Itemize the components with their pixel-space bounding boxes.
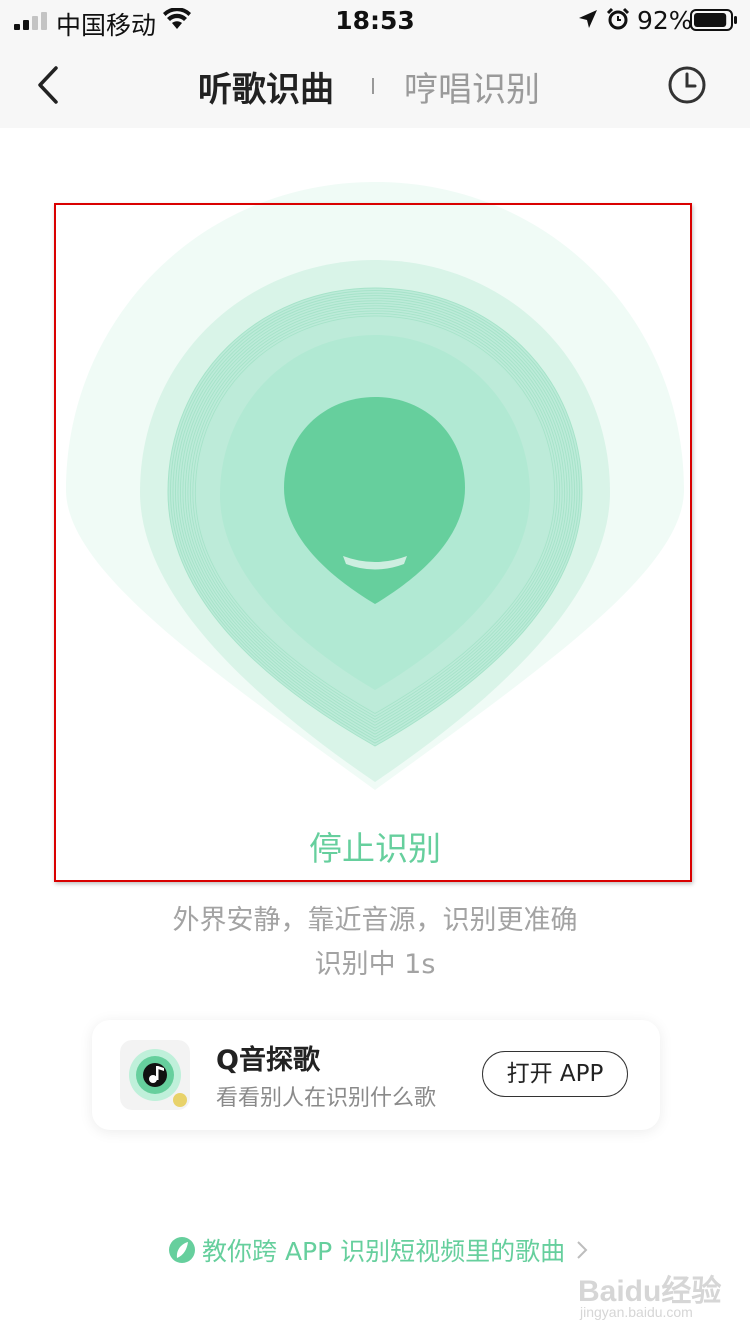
promo-title: Q音探歌 [216,1045,320,1076]
tab-hum-recognize[interactable]: 哼唱识别 [404,62,540,111]
nav-bar: 听歌识曲 哼唱识别 [0,40,750,128]
back-icon[interactable] [34,64,62,106]
promo-card[interactable]: Q音探歌 看看别人在识别什么歌 打开 APP [92,1020,660,1130]
tab-listen-recognize[interactable]: 听歌识曲 [198,62,334,111]
recognition-status: 识别中 1s [314,949,436,980]
q-music-app-icon [120,1040,190,1110]
tutorial-link-label: 教你跨 APP 识别短视频里的歌曲 [202,1237,566,1266]
chevron-right-icon [577,1241,588,1259]
location-arrow-icon [579,10,597,28]
stop-recognition-button[interactable]: 停止识别 [0,822,750,870]
promo-subtitle: 看看别人在识别什么歌 [216,1086,437,1111]
history-icon[interactable] [666,64,708,106]
leaf-icon [169,1237,195,1263]
baidu-watermark: Baidu经验 jingyan.baidu.com [574,1258,724,1328]
tab-divider [372,78,374,94]
battery-percent: 92% [637,6,693,35]
tutorial-link[interactable]: 教你跨 APP 识别短视频里的歌曲 [168,1232,589,1266]
alarm-icon [606,7,630,30]
annotation-highlight-box [54,203,692,882]
open-app-button[interactable]: 打开 APP [482,1051,628,1097]
recognition-hint: 外界安静，靠近音源，识别更准确 [172,905,578,936]
status-bar: 中国移动 18:53 92% [0,0,750,40]
watermark-sub: jingyan.baidu.com [580,1304,693,1320]
battery-icon [690,9,737,31]
